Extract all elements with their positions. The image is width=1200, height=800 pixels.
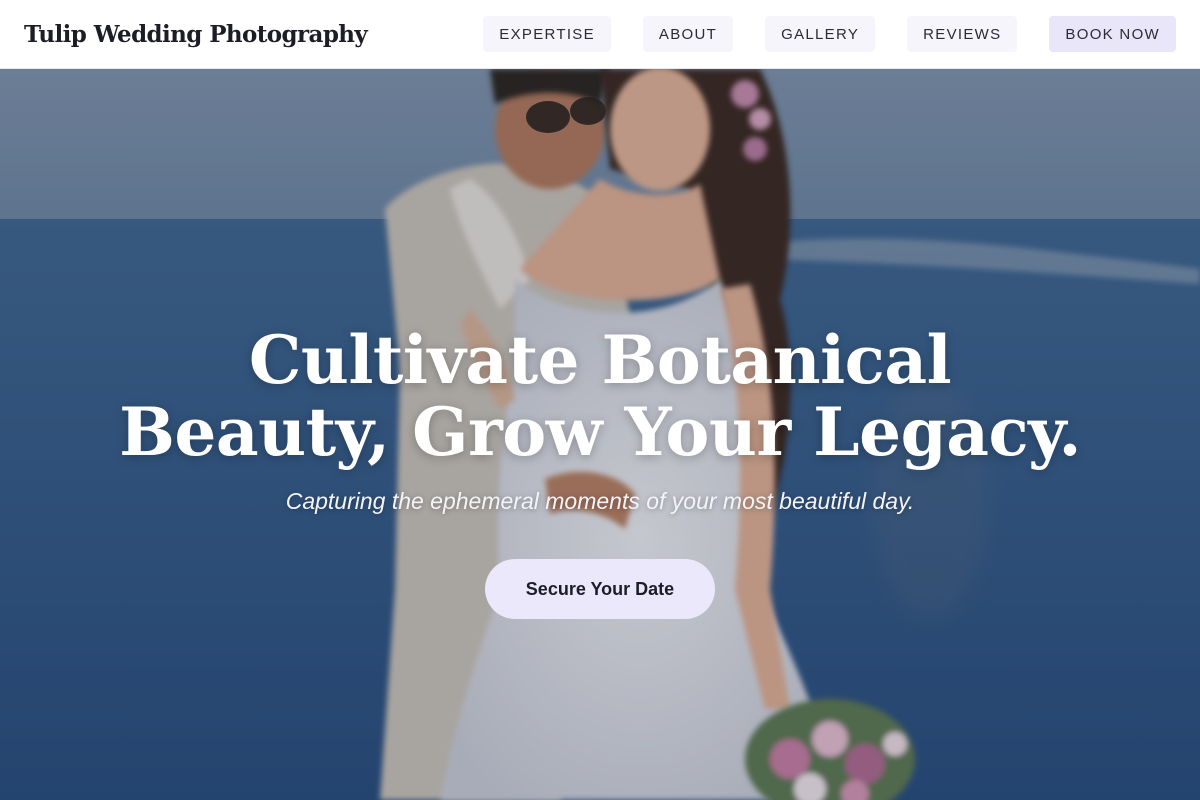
hero-title-line2: Beauty, Grow Your Legacy. xyxy=(119,393,1081,471)
nav-about[interactable]: ABOUT xyxy=(642,16,734,52)
nav-gallery[interactable]: GALLERY xyxy=(765,16,876,52)
nav-reviews[interactable]: REVIEWS xyxy=(907,16,1018,52)
nav-expertise[interactable]: EXPERTISE xyxy=(483,16,611,52)
hero-title: Cultivate Botanical Beauty, Grow Your Le… xyxy=(0,324,1200,468)
hero-section: Cultivate Botanical Beauty, Grow Your Le… xyxy=(0,69,1200,800)
nav-book-now-button[interactable]: BOOK NOW xyxy=(1049,16,1176,52)
hero-subtitle: Capturing the ephemeral moments of your … xyxy=(285,488,915,514)
site-header: Tulip Wedding Photography EXPERTISE ABOU… xyxy=(0,0,1200,69)
main-nav: EXPERTISE ABOUT GALLERY REVIEWS BOOK NOW xyxy=(483,16,1176,52)
brand-logo[interactable]: Tulip Wedding Photography xyxy=(24,21,368,48)
hero-title-line1: Cultivate Botanical xyxy=(248,321,952,399)
secure-your-date-button[interactable]: Secure Your Date xyxy=(485,559,715,619)
